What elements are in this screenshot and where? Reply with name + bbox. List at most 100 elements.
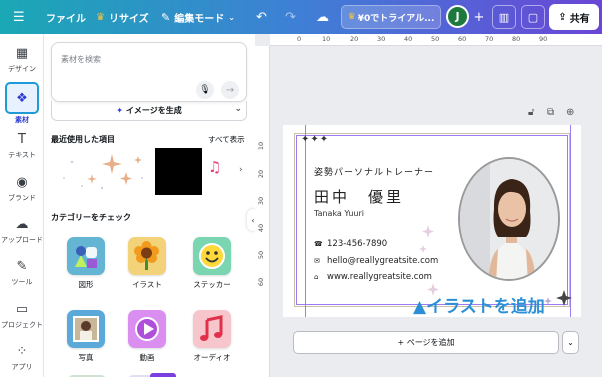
rail-item-apps[interactable]: ⁘ アプリ (0, 342, 44, 372)
chevron-down-icon: ⌄ (567, 338, 574, 347)
ruler-label: 30 (377, 35, 386, 43)
add-page-icon[interactable]: ⊕ (566, 107, 574, 118)
shapes-thumbnail (67, 237, 105, 275)
ruler-label: 80 (512, 35, 521, 43)
profile-photo[interactable] (458, 157, 560, 281)
rail-item-upload[interactable]: ☁ アップロード (0, 215, 44, 245)
card-phone-text: 123-456-7890 (327, 239, 388, 249)
recent-item-black-square[interactable] (155, 148, 202, 195)
text-icon: T (18, 131, 26, 147)
show-all-link[interactable]: すべて表示 (208, 134, 245, 145)
rail-label: プロジェクト (1, 321, 43, 329)
recent-item-sparkles[interactable] (52, 148, 148, 194)
brand-icon: ◉ (16, 174, 28, 190)
rail-label: デザイン (8, 65, 36, 73)
edit-mode-label: 編集モード (174, 13, 225, 25)
add-page-dropdown[interactable]: ⌄ (562, 331, 579, 354)
category-stickers[interactable]: ステッカー (186, 237, 238, 290)
ruler-label: 10 (257, 141, 266, 151)
recent-item-music-notes[interactable]: ♫ (208, 158, 221, 176)
lock-icon[interactable]: 🔓︎ (528, 107, 534, 118)
category-label: 図形 (78, 280, 94, 289)
ruler-label: 40 (257, 223, 266, 233)
avatar[interactable]: J (446, 5, 469, 28)
add-illustration-caption: ▲イラストを追加 (413, 297, 545, 317)
audio-thumbnail (193, 310, 231, 348)
mail-icon: ✉ (314, 257, 320, 265)
card-phone: ☎ 123-456-7890 (314, 239, 387, 249)
rail-label: ブランド (8, 194, 36, 202)
trial-label: ¥0でトライアル... (357, 13, 435, 24)
edit-mode-button[interactable]: ✎ 編集モード ⌄ (161, 0, 235, 34)
category-title: カテゴリーをチェック (51, 213, 131, 222)
generate-image-button[interactable]: ✦ イメージを生成 ⌄ (51, 101, 247, 121)
rail-label: アップロード (1, 236, 43, 244)
draw-icon: ✎ (16, 258, 28, 274)
share-button[interactable]: ⇪ 共有 (549, 4, 599, 30)
share-label: 共有 (569, 13, 590, 25)
sparkle-icon: ✦ (116, 106, 123, 115)
ruler-label: 10 (322, 35, 331, 43)
arrow-right-icon[interactable]: → (221, 81, 239, 99)
category-shapes[interactable]: 図形 (60, 237, 112, 290)
category-photos[interactable]: 写真 (60, 310, 112, 363)
top-bar: ☰ ファイル ♛ リサイズ ✎ 編集モード ⌄ ↶ ↷ ☁ ♛ ¥0でトライアル... … (0, 0, 602, 34)
cloud-save-button[interactable]: ☁ (316, 0, 329, 34)
search-placeholder: 素材を検索 (61, 55, 101, 64)
left-rail: ▦ デザイン ❖ 素材 T テキスト ◉ ブランド ☁ アップロード ✎ ツール… (0, 34, 44, 377)
ruler-label: 70 (485, 35, 494, 43)
file-menu[interactable]: ファイル (46, 0, 86, 34)
card-website-text: www.reallygreatsite.com (327, 272, 432, 282)
illustrations-thumbnail (128, 237, 166, 275)
undo-button[interactable]: ↶ (256, 0, 267, 34)
card-email: ✉ hello@reallygreatsite.com (314, 256, 438, 266)
ruler-label: 20 (350, 35, 359, 43)
category-label: イラスト (132, 280, 162, 289)
duplicate-icon[interactable]: ⧉ (547, 107, 554, 118)
crown-icon: ♛ (347, 12, 356, 22)
comment-icon: ▢ (527, 10, 539, 24)
undo-icon: ↶ (256, 9, 267, 25)
chevron-right-icon[interactable]: › (239, 165, 243, 175)
ruler-label: 20 (257, 169, 266, 179)
add-collaborator-button[interactable]: + (467, 5, 491, 29)
layout-icon: ▦ (15, 45, 29, 61)
chevron-down-icon: ⌄ (228, 12, 235, 22)
rail-label: 素材 (15, 116, 29, 124)
ruler-label: 40 (404, 35, 413, 43)
category-label: 動画 (139, 353, 155, 362)
chevron-down-icon: ⌄ (234, 104, 242, 114)
comment-button[interactable]: ▢ (521, 5, 545, 29)
category-audio[interactable]: オーディオ (186, 310, 238, 363)
resize-button[interactable]: ♛ リサイズ (96, 0, 149, 34)
menu-button[interactable]: ☰ (13, 0, 25, 34)
generate-label: イメージを生成 (125, 106, 182, 115)
rail-item-projects[interactable]: ▭ プロジェクト (0, 300, 44, 330)
rail-item-design[interactable]: ▦ デザイン (0, 44, 44, 74)
microphone-icon[interactable]: 🎙 (196, 81, 214, 99)
category-videos[interactable]: 動画 (121, 310, 173, 363)
hamburger-icon: ☰ (13, 9, 25, 25)
plus-icon: + (473, 9, 485, 25)
card-name: 田中 優里 (314, 188, 405, 206)
rail-item-tools[interactable]: ✎ ツール (0, 257, 44, 287)
search-input[interactable]: 素材を検索 🎙 → (51, 42, 247, 102)
card-role: 姿勢パーソナルトレーナー (314, 168, 435, 178)
rail-item-elements[interactable]: ❖ 素材 (0, 82, 44, 124)
insights-button[interactable]: ▥ (492, 5, 516, 29)
upload-icon: ☁ (15, 216, 29, 232)
category-illustrations[interactable]: イラスト (121, 237, 173, 290)
rail-item-text[interactable]: T テキスト (0, 130, 44, 160)
category-label: オーディオ (193, 353, 231, 362)
ruler-label: 0 (297, 35, 302, 43)
business-card-canvas[interactable]: ✦✦✦ 姿勢パーソナルトレーナー 田中 優里 Tanaka Yuuri ☎ 123… (283, 125, 581, 317)
category-row-partial (68, 373, 228, 377)
redo-button[interactable]: ↷ (285, 0, 296, 34)
trial-button[interactable]: ♛ ¥0でトライアル... (341, 5, 441, 29)
photos-thumbnail (67, 310, 105, 348)
stickers-thumbnail (193, 237, 231, 275)
home-icon: ⌂ (314, 273, 319, 281)
ruler-label: 60 (458, 35, 467, 43)
rail-item-brand[interactable]: ◉ ブランド (0, 173, 44, 203)
add-page-button[interactable]: + ページを追加 (293, 331, 559, 354)
